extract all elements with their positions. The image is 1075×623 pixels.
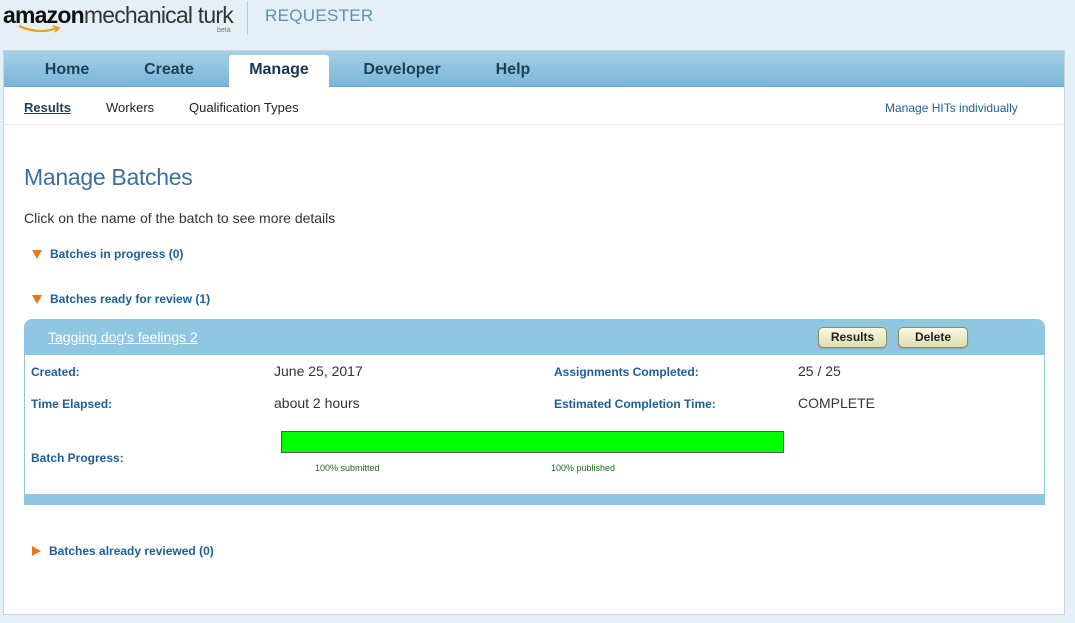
batch-progress-label: Batch Progress:: [31, 451, 124, 465]
expand-triangle-icon: [32, 295, 42, 304]
estimated-completion-value: COMPLETE: [798, 395, 876, 411]
requester-label: REQUESTER: [265, 6, 374, 25]
section-batches-in-progress[interactable]: Batches in progress (0): [32, 247, 183, 261]
delete-button[interactable]: Delete: [898, 327, 968, 348]
tab-create[interactable]: Create: [126, 55, 212, 87]
amazon-mechanical-turk-logo[interactable]: amazonmechanical turk beta: [3, 2, 234, 34]
subnav-results[interactable]: Results: [24, 100, 71, 115]
page-title: Manage Batches: [24, 164, 193, 190]
batch-footer: [25, 494, 1044, 504]
header-divider: [247, 1, 248, 35]
tab-manage[interactable]: Manage: [229, 55, 329, 87]
section-label: Batches in progress (0): [50, 247, 184, 261]
batch-name-link[interactable]: Tagging dog's feelings 2: [48, 329, 198, 345]
collapse-triangle-icon: [32, 546, 41, 556]
beta-label: beta: [217, 27, 231, 34]
manage-hits-individually-link[interactable]: Manage HITs individually: [885, 101, 1018, 115]
section-label: Batches ready for review (1): [50, 292, 211, 306]
results-button[interactable]: Results: [818, 327, 887, 348]
amazon-smile-icon: [18, 24, 61, 33]
assignments-completed-label: Assignments Completed:: [554, 365, 699, 379]
assignments-completed-value: 25 / 25: [798, 363, 841, 379]
subnav-qualification-types[interactable]: Qualification Types: [189, 100, 299, 115]
section-batches-already-reviewed[interactable]: Batches already reviewed (0): [32, 544, 214, 558]
submitted-percent: 100% submitted: [315, 463, 380, 473]
time-elapsed-label: Time Elapsed:: [31, 397, 113, 411]
tab-developer[interactable]: Developer: [346, 55, 458, 87]
estimated-completion-label: Estimated Completion Time:: [554, 397, 716, 411]
logo-mturk-text: mechanical turk: [83, 2, 234, 28]
batch-card: Tagging dog's feelings 2 Results Delete …: [24, 319, 1045, 505]
created-value: June 25, 2017: [274, 363, 363, 379]
header: amazonmechanical turk beta REQUESTER: [0, 0, 1075, 46]
sub-navigation: Results Workers Qualification Types Mana…: [4, 88, 1064, 125]
tab-home[interactable]: Home: [26, 55, 108, 87]
batch-progress-bar: [281, 431, 784, 453]
published-percent: 100% published: [551, 463, 616, 473]
main-panel: Home Create Manage Developer Help Result…: [3, 50, 1065, 615]
created-label: Created:: [31, 365, 80, 379]
section-batches-ready-for-review[interactable]: Batches ready for review (1): [32, 292, 210, 306]
batch-header: Tagging dog's feelings 2 Results Delete: [25, 320, 1044, 355]
time-elapsed-value: about 2 hours: [274, 395, 360, 411]
section-label: Batches already reviewed (0): [49, 544, 214, 558]
tab-help[interactable]: Help: [482, 55, 544, 87]
subnav-workers[interactable]: Workers: [106, 100, 154, 115]
tab-bar: Home Create Manage Developer Help: [4, 51, 1064, 87]
expand-triangle-icon: [32, 250, 42, 259]
page-description: Click on the name of the batch to see mo…: [24, 210, 336, 226]
